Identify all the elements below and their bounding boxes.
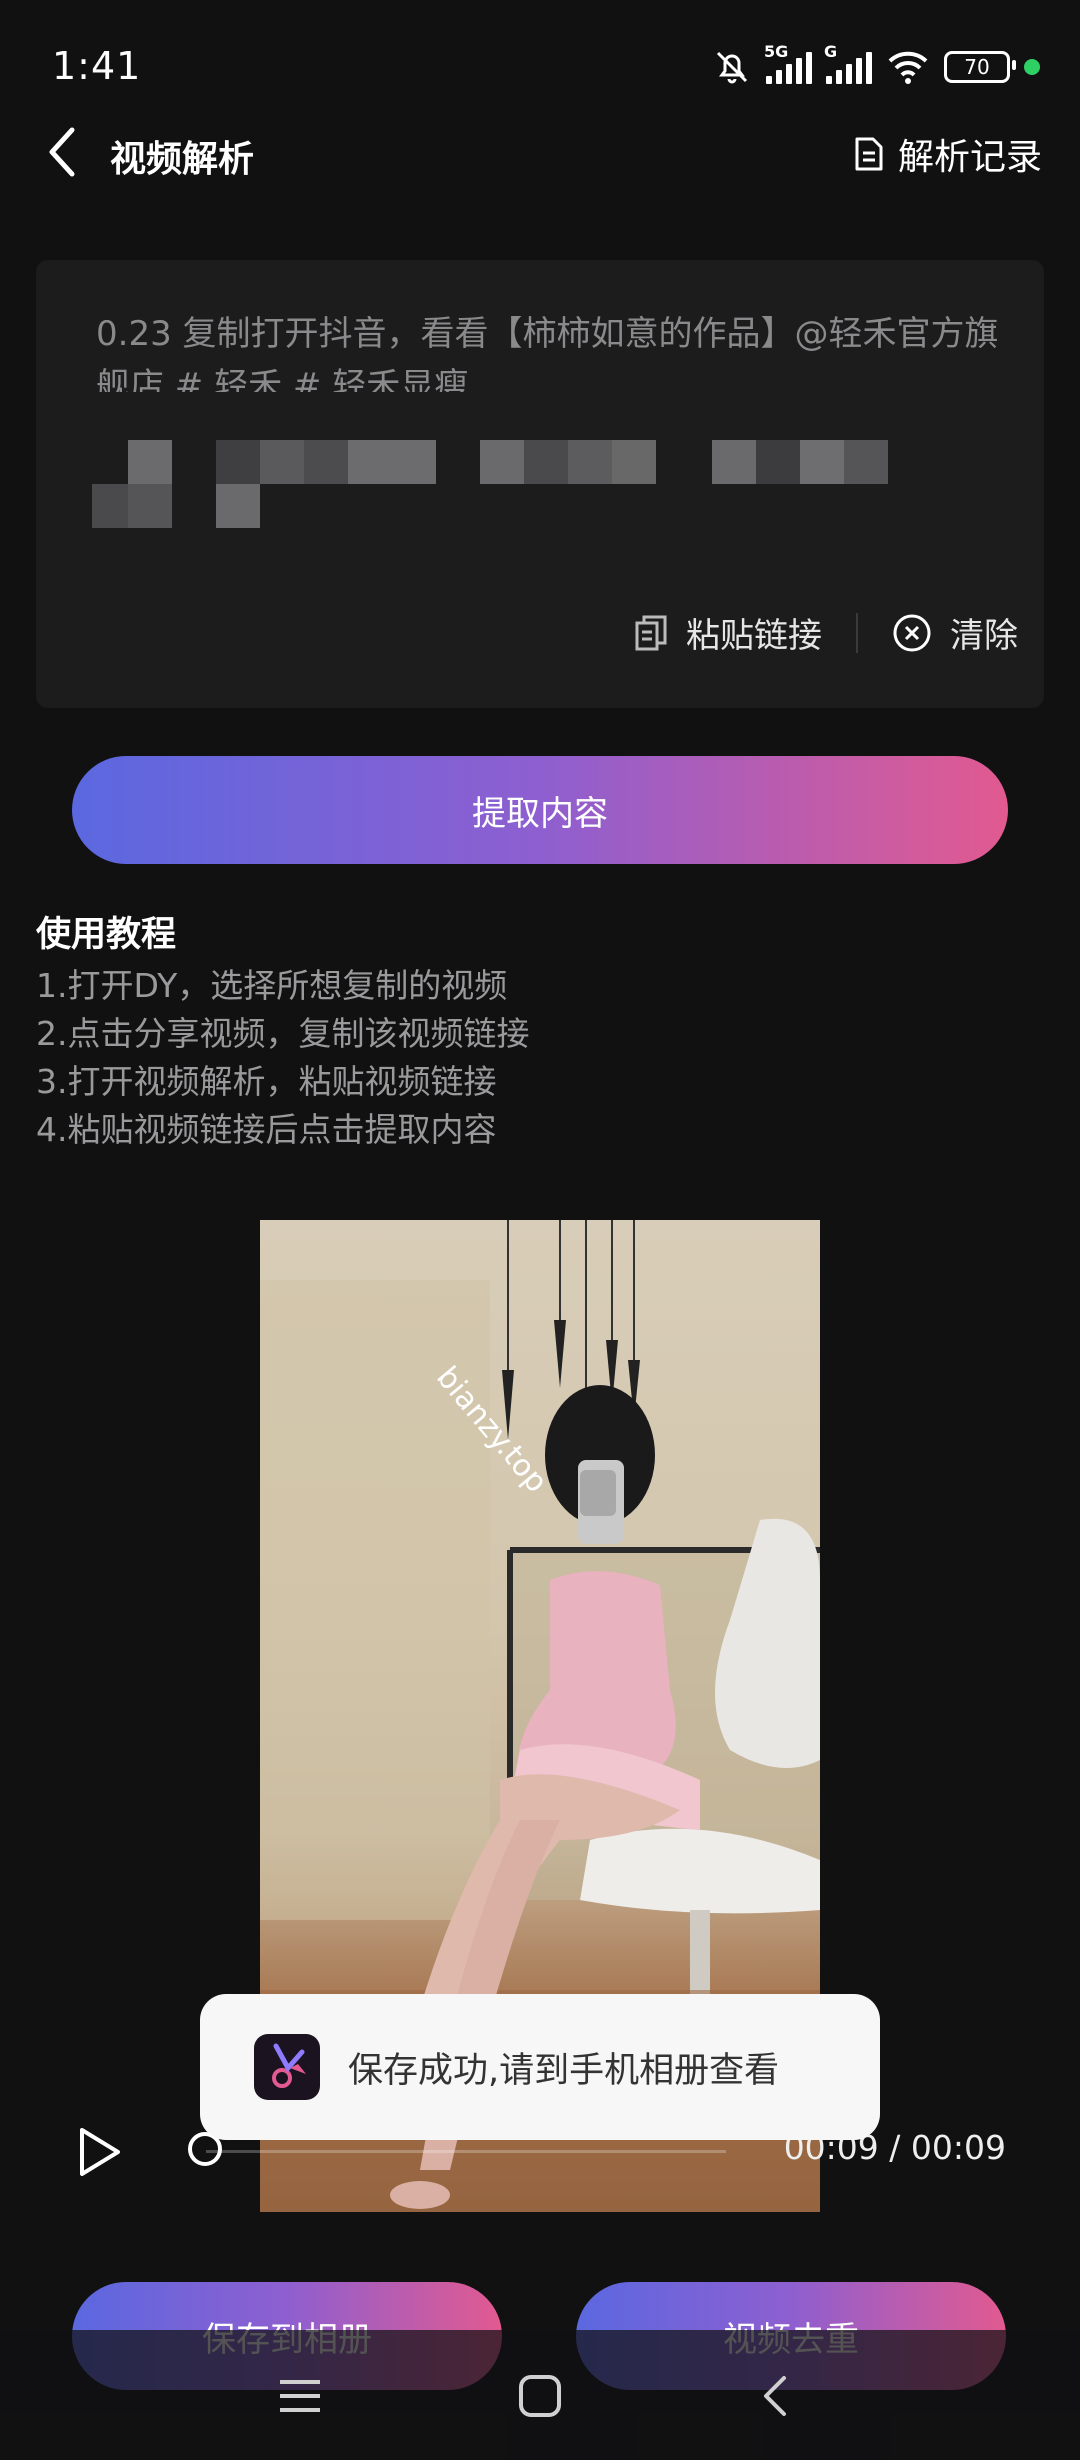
page-title: 视频解析 — [110, 139, 255, 180]
back-button[interactable] — [40, 124, 86, 180]
menu-icon[interactable] — [278, 2378, 322, 2414]
status-icons: 5G G 70 — [712, 42, 1040, 92]
system-nav-bar — [0, 2330, 1080, 2460]
card-actions: 粘贴链接 清除 — [634, 608, 1018, 657]
tutorial-step: 4.粘贴视频链接后点击提取内容 — [36, 1110, 497, 1149]
play-button[interactable] — [74, 2124, 124, 2180]
home-icon[interactable] — [518, 2374, 562, 2418]
paste-link-button[interactable]: 粘贴链接 — [634, 608, 822, 657]
toast-message: 保存成功,请到手机相册查看 — [348, 2050, 780, 2091]
history-label: 解析记录 — [897, 137, 1042, 178]
link-input-text[interactable]: 0.23 复制打开抖音，看看【柿柿如意的作品】@轻禾官方旗舰店 # 轻禾 # 轻… — [96, 308, 1026, 392]
extract-content-button[interactable]: 提取内容 — [72, 756, 1008, 864]
pixelated-redaction — [92, 440, 992, 540]
tutorial-section: 使用教程 1.打开DY，选择所想复制的视频 2.点击分享视频，复制该视频链接 3… — [36, 910, 530, 1154]
back-nav-icon[interactable] — [760, 2374, 790, 2418]
video-progress-track[interactable] — [206, 2150, 726, 2153]
wifi-icon — [888, 51, 928, 84]
save-success-toast: 保存成功,请到手机相册查看 — [200, 1994, 880, 2140]
mute-bell-icon — [716, 51, 748, 84]
tutorial-step: 1.打开DY，选择所想复制的视频 — [36, 966, 508, 1005]
history-button[interactable]: 解析记录 — [854, 128, 1042, 180]
link-input-card[interactable]: 0.23 复制打开抖音，看看【柿柿如意的作品】@轻禾官方旗舰店 # 轻禾 # 轻… — [36, 260, 1044, 708]
tutorial-step: 2.点击分享视频，复制该视频链接 — [36, 1014, 530, 1053]
tutorial-step: 3.打开视频解析，粘贴视频链接 — [36, 1062, 497, 1101]
paste-link-label: 粘贴链接 — [686, 616, 822, 656]
paste-icon — [635, 615, 667, 650]
actions-divider — [856, 612, 858, 653]
document-icon — [855, 137, 883, 171]
clear-circle-x-icon — [893, 614, 931, 651]
clear-button[interactable]: 清除 — [892, 608, 1018, 657]
battery-icon: 70 — [944, 51, 1016, 83]
signal-5g-icon: 5G — [764, 42, 812, 84]
privacy-indicator-dot — [1024, 59, 1040, 75]
status-time: 1:41 — [52, 44, 142, 88]
tutorial-title: 使用教程 — [36, 915, 177, 955]
battery-level: 70 — [964, 55, 990, 79]
app-icon — [254, 2034, 320, 2100]
clear-label: 清除 — [950, 616, 1018, 656]
signal-g-icon: G — [824, 42, 872, 84]
